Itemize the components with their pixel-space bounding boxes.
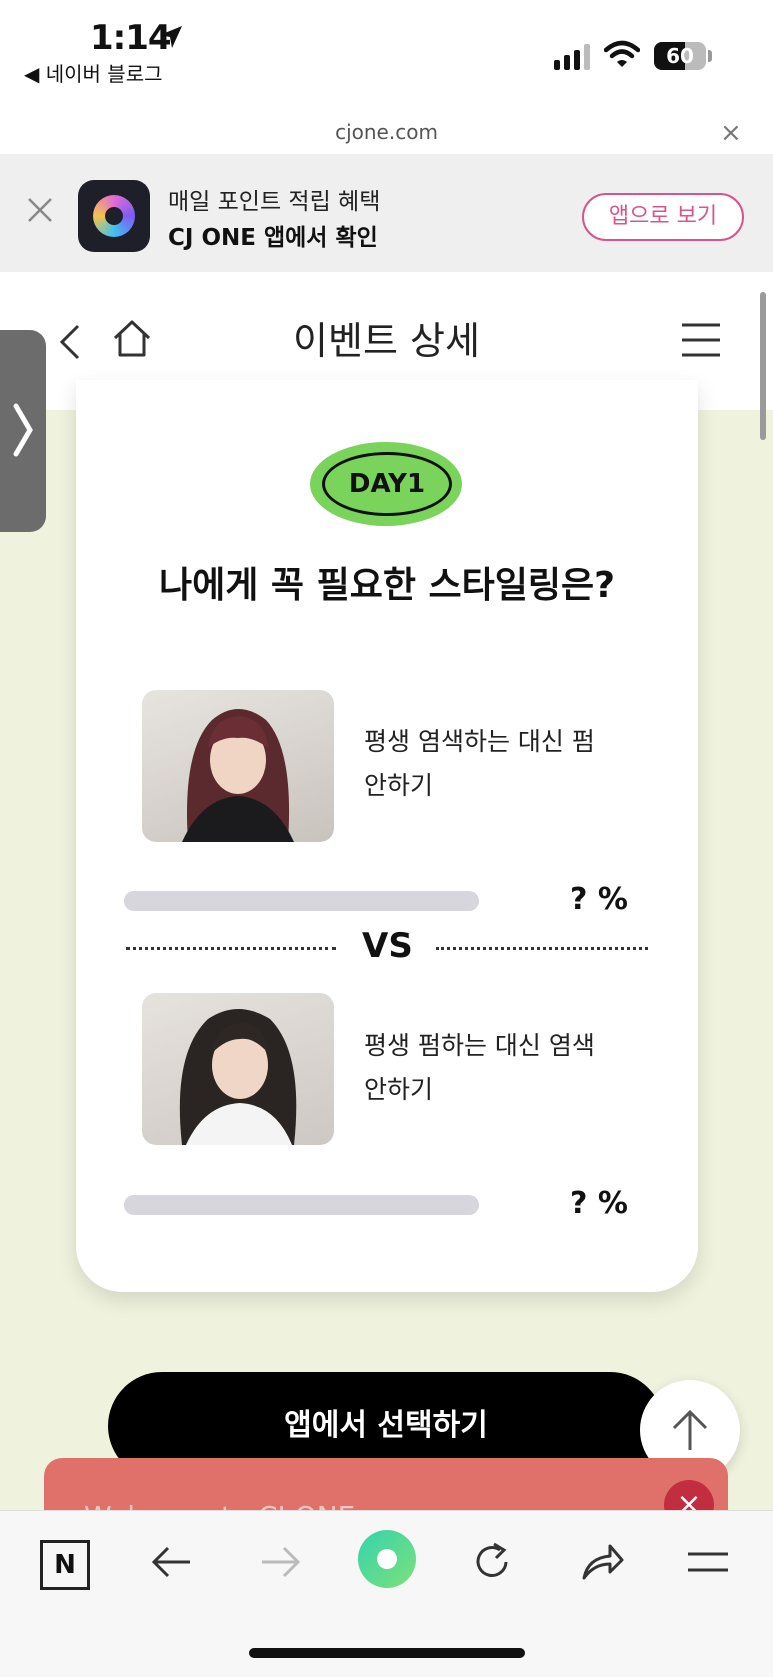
vs-divider-left [126,947,336,950]
day-badge-label: DAY1 [322,452,452,516]
signal-icon [554,44,590,70]
option-1-text[interactable]: 평생 염색하는 대신 펌 안하기 [364,720,624,808]
option-1-percent: ? % [570,882,628,917]
open-app-button[interactable]: 앱으로 보기 [582,193,744,241]
option-2-text[interactable]: 평생 펌하는 대신 염색 안하기 [364,1024,624,1112]
battery-nub [708,50,712,62]
naver-home-icon-center [377,1549,397,1569]
scrollbar[interactable] [760,292,766,440]
vs-label: VS [362,926,413,966]
side-tab-chevron-icon [13,403,33,457]
option-1-photo[interactable] [142,690,334,842]
menu-icon[interactable] [686,1540,730,1584]
reload-icon[interactable] [470,1540,514,1584]
close-icon[interactable] [26,196,54,224]
option-1-result-bar [124,891,479,911]
share-icon[interactable] [578,1540,626,1584]
location-arrow-icon [160,26,182,48]
banner-title: CJ ONE 앱에서 확인 [168,225,378,251]
vs-divider-right [436,947,648,950]
home-indicator [249,1648,525,1658]
arrow-left-icon[interactable] [150,1540,194,1584]
back-to-app-link[interactable]: ◀ 네이버 블로그 [24,58,163,87]
arrow-right-icon[interactable] [258,1540,302,1584]
option-2-percent: ? % [570,1186,628,1221]
wifi-icon [604,40,640,67]
battery-level: 60 [666,44,694,68]
option-2-photo[interactable] [142,993,334,1145]
naver-n-icon[interactable]: N [40,1540,90,1590]
back-chevron-icon[interactable] [56,322,82,362]
poll-question: 나에게 꼭 필요한 스타일링은? [159,565,615,606]
url-domain[interactable]: cjone.com [0,110,773,154]
option-2-result-bar [124,1195,479,1215]
arrow-up-icon [672,1409,708,1450]
hamburger-menu-icon[interactable] [680,322,722,358]
close-icon[interactable]: × [720,118,742,148]
banner-subtitle: 매일 포인트 적립 혜택 [168,189,381,215]
home-icon[interactable] [112,318,152,358]
cjone-app-icon-center [105,207,123,225]
battery-icon: 60 [654,42,706,70]
